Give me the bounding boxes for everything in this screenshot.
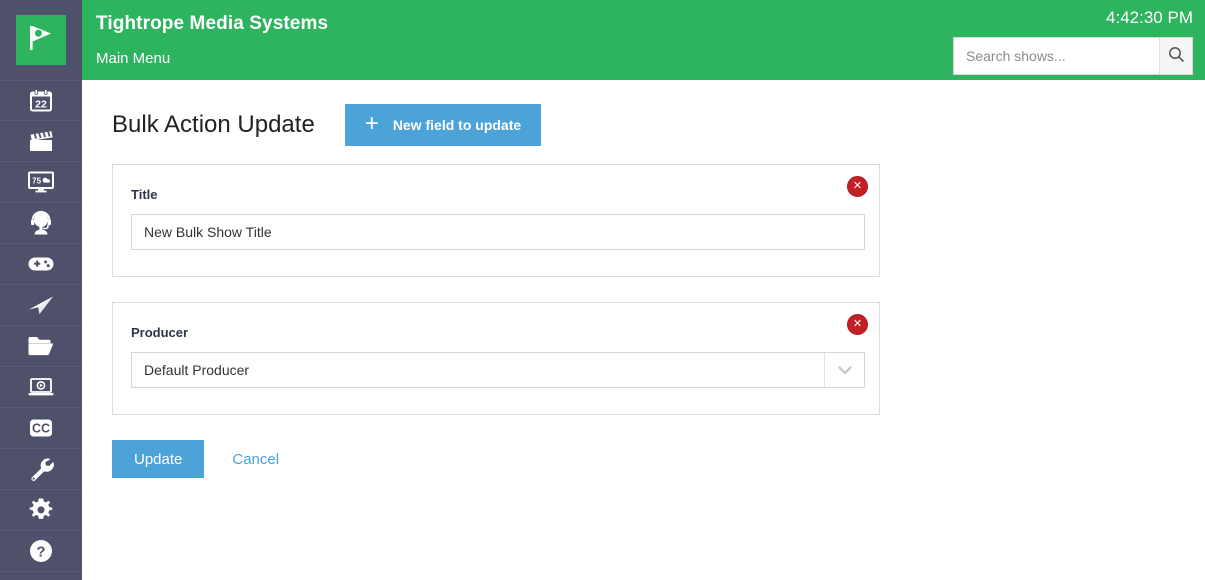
laptop-play-icon [27,376,55,398]
field-label: Producer [131,325,189,340]
clapboard-icon [28,128,55,154]
svg-text:?: ? [36,543,45,560]
producer-select-wrap: Default Producer [131,352,865,388]
producer-select-value: Default Producer [144,362,250,378]
sidebar-item-player[interactable] [0,367,82,408]
update-button[interactable]: Update [112,440,205,478]
sidebar: 22 75 CC ? [0,0,82,580]
gear-icon [28,497,54,523]
search-input[interactable] [954,38,1159,74]
app-logo[interactable] [16,15,66,65]
app-root: 22 75 CC ? Tightrope Media Systems Main … [0,0,1205,580]
field-card-title: Title ✕ [112,164,880,277]
page-header-row: Bulk Action Update + New field to update [82,80,1205,146]
svg-text:CC: CC [32,421,50,435]
app-header: Tightrope Media Systems Main Menu 4:42:3… [82,0,1205,80]
paper-plane-icon [27,293,55,317]
brand-title: Tightrope Media Systems [96,13,329,34]
svg-text:75: 75 [32,177,41,186]
sidebar-item-control[interactable] [0,244,82,285]
close-x-icon: ✕ [852,318,863,330]
wrench-icon [28,456,54,482]
plus-icon: + [364,110,379,137]
remove-field-button[interactable]: ✕ [847,176,868,197]
game-controller-icon [27,254,55,274]
form-actions: Update Cancel [112,440,1205,478]
field-label: Title [131,187,158,202]
cc-icon: CC [27,417,55,439]
question-circle-icon: ? [28,538,54,564]
search-button[interactable] [1159,38,1192,74]
page-title: Bulk Action Update [112,111,315,138]
sidebar-item-publish[interactable] [0,285,82,326]
flag-play-logo-icon [26,23,56,58]
logo-cell [0,0,82,80]
tv-75-icon: 75 [27,170,55,194]
clock-display: 4:42:30 PM [1106,8,1193,27]
new-field-button[interactable]: + New field to update [344,104,542,146]
field-card-list: Title ✕ Producer Default Producer [112,164,1205,415]
sidebar-item-captions[interactable]: CC [0,408,82,449]
search-box [953,37,1193,75]
sidebar-item-help[interactable]: ? [0,531,82,572]
calendar-22-icon: 22 [28,88,54,114]
sidebar-item-channels[interactable]: 75 [0,162,82,203]
main-menu-link[interactable]: Main Menu [96,50,170,67]
sidebar-item-files[interactable] [0,326,82,367]
new-field-button-label: New field to update [392,117,522,133]
main-content: Bulk Action Update + New field to update… [82,80,1205,580]
search-icon [1168,46,1185,66]
svg-text:22: 22 [35,98,47,110]
headset-person-icon [28,210,54,236]
close-x-icon: ✕ [852,180,863,192]
remove-field-button[interactable]: ✕ [847,314,868,335]
sidebar-nav: 22 75 CC ? [0,80,82,580]
producer-select[interactable]: Default Producer [131,352,865,388]
folder-icon [27,335,55,357]
sidebar-item-shows[interactable] [0,121,82,162]
sidebar-item-talent[interactable] [0,203,82,244]
sidebar-item-calendar[interactable]: 22 [0,80,82,121]
sidebar-item-settings[interactable] [0,490,82,531]
field-card-producer: Producer Default Producer ✕ [112,302,880,415]
title-field-input[interactable] [131,214,865,250]
cancel-link[interactable]: Cancel [216,451,295,468]
sidebar-item-tools[interactable] [0,449,82,490]
